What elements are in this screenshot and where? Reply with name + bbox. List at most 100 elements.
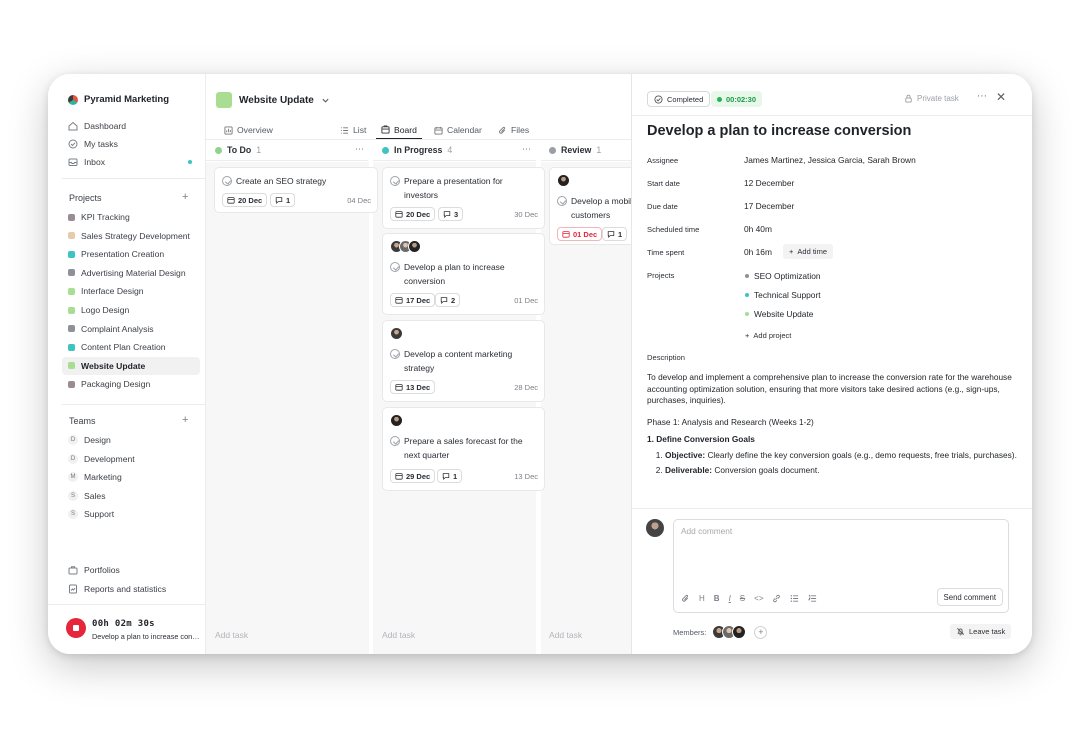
sidebar-project-item[interactable]: Advertising Material Design bbox=[62, 264, 200, 282]
comments-chip[interactable]: 1 bbox=[270, 193, 296, 207]
comments-chip[interactable]: 3 bbox=[438, 207, 464, 221]
sidebar-project-item[interactable]: KPI Tracking bbox=[62, 208, 200, 226]
leave-task-button[interactable]: Leave task bbox=[950, 624, 1012, 639]
due-date-value[interactable]: 17 December bbox=[744, 201, 794, 211]
due-date-chip[interactable]: 29 Dec bbox=[390, 469, 436, 483]
project-header[interactable]: Website Update bbox=[216, 92, 330, 108]
nav-dashboard[interactable]: Dashboard bbox=[62, 117, 200, 135]
code-icon[interactable]: <> bbox=[754, 594, 763, 603]
sidebar-team-item[interactable]: D Development bbox=[62, 450, 200, 468]
sidebar-project-item[interactable]: Logo Design bbox=[62, 301, 200, 319]
add-task-button[interactable]: Add task bbox=[215, 630, 248, 640]
task-card[interactable]: Develop a mobile app for customers 01 De… bbox=[549, 167, 632, 245]
sidebar-team-item[interactable]: D Design bbox=[62, 431, 200, 449]
task-card[interactable]: Prepare a presentation for investors 20 … bbox=[382, 167, 545, 229]
add-team-button[interactable]: + bbox=[182, 414, 188, 426]
tab-files[interactable]: Files bbox=[498, 121, 529, 139]
chevron-down-icon bbox=[321, 96, 330, 105]
check-circle-icon[interactable] bbox=[390, 349, 400, 359]
heading-icon[interactable]: H bbox=[699, 594, 705, 603]
sidebar-project-item[interactable]: Content Plan Creation bbox=[62, 338, 200, 356]
project-tag[interactable]: Technical Support bbox=[745, 290, 821, 300]
bold-icon[interactable]: B bbox=[714, 594, 720, 603]
due-date-chip[interactable]: 20 Dec bbox=[390, 207, 436, 221]
nav-inbox[interactable]: Inbox bbox=[62, 153, 200, 171]
task-title: Develop a mobile app for customers bbox=[557, 194, 632, 222]
sidebar-team-item[interactable]: M Marketing bbox=[62, 468, 200, 486]
attach-icon[interactable] bbox=[681, 594, 690, 603]
add-task-button[interactable]: Add task bbox=[382, 630, 415, 640]
tab-board[interactable]: Board bbox=[376, 121, 422, 139]
comments-chip[interactable]: 1 bbox=[602, 227, 628, 241]
add-task-button[interactable]: Add task bbox=[549, 630, 582, 640]
column-header-todo[interactable]: To Do 1 bbox=[215, 143, 261, 157]
add-project-to-task-button[interactable]: + Add project bbox=[745, 331, 791, 340]
check-circle-icon[interactable] bbox=[557, 196, 567, 206]
avatar bbox=[390, 414, 403, 427]
column-more-button[interactable]: ⋯ bbox=[355, 144, 365, 155]
sidebar-project-item[interactable]: Presentation Creation bbox=[62, 245, 200, 263]
due-date-chip[interactable]: 13 Dec bbox=[390, 380, 436, 394]
task-title-heading[interactable]: Develop a plan to increase conversion bbox=[647, 123, 911, 139]
member-avatars[interactable] bbox=[712, 625, 747, 639]
workspace-switcher[interactable]: Pyramid Marketing bbox=[68, 94, 169, 105]
overdue-date-chip[interactable]: 01 Dec bbox=[557, 227, 603, 241]
nav-portfolios[interactable]: Portfolios bbox=[62, 561, 200, 579]
task-card[interactable]: Develop a plan to increase conversion 17… bbox=[382, 233, 545, 315]
add-time-button[interactable]: + Add time bbox=[783, 244, 833, 259]
sidebar-project-item[interactable]: Website Update bbox=[62, 356, 200, 375]
sidebar-project-item[interactable]: Sales Strategy Development bbox=[62, 227, 200, 245]
sidebar-project-item[interactable]: Complaint Analysis bbox=[62, 320, 200, 338]
private-task-toggle[interactable]: Private task bbox=[904, 94, 959, 103]
check-circle-icon[interactable] bbox=[390, 176, 400, 186]
assignee-avatars[interactable] bbox=[390, 414, 403, 427]
sidebar-project-item[interactable]: Packaging Design bbox=[62, 375, 200, 393]
task-card[interactable]: Prepare a sales forecast for the next qu… bbox=[382, 407, 545, 491]
project-tag[interactable]: Website Update bbox=[745, 309, 813, 319]
sidebar-team-item[interactable]: S Sales bbox=[62, 487, 200, 505]
nav-my-tasks[interactable]: My tasks bbox=[62, 135, 200, 153]
strikethrough-icon[interactable]: S bbox=[740, 594, 745, 603]
due-date-chip[interactable]: 17 Dec bbox=[390, 293, 436, 307]
project-tag[interactable]: SEO Optimization bbox=[745, 271, 821, 281]
sidebar-project-item[interactable]: Interface Design bbox=[62, 282, 200, 300]
italic-icon[interactable]: I bbox=[729, 594, 731, 603]
task-card[interactable]: Create an SEO strategy 20 Dec 1 04 Dec bbox=[214, 167, 378, 213]
stop-timer-button[interactable] bbox=[66, 618, 86, 638]
link-icon[interactable] bbox=[772, 594, 781, 603]
scheduled-time-value[interactable]: 0h 40m bbox=[744, 224, 772, 234]
start-date-value[interactable]: 12 December bbox=[744, 178, 794, 188]
more-options-button[interactable]: ⋯ bbox=[977, 91, 988, 102]
tab-overview[interactable]: Overview bbox=[224, 121, 273, 139]
check-circle-icon[interactable] bbox=[390, 436, 400, 446]
due-date-chip[interactable]: 20 Dec bbox=[222, 193, 268, 207]
due-date-text: 20 Dec bbox=[238, 195, 263, 205]
nav-reports[interactable]: Reports and statistics bbox=[62, 580, 200, 598]
description-editor[interactable]: To develop and implement a comprehensive… bbox=[647, 372, 1019, 477]
column-header-in-progress[interactable]: In Progress 4 bbox=[382, 143, 452, 157]
tab-list[interactable]: List bbox=[340, 121, 366, 139]
comment-input[interactable]: Add comment H B I S <> Send comment bbox=[673, 519, 1009, 613]
sidebar-team-item[interactable]: S Support bbox=[62, 505, 200, 523]
assignee-avatars[interactable] bbox=[557, 174, 570, 187]
tab-calendar[interactable]: Calendar bbox=[434, 121, 482, 139]
send-comment-button[interactable]: Send comment bbox=[936, 588, 1003, 606]
check-circle-icon[interactable] bbox=[390, 262, 400, 272]
assignee-avatars[interactable] bbox=[390, 240, 421, 253]
numbered-list-icon[interactable] bbox=[808, 594, 817, 603]
close-icon[interactable]: ✕ bbox=[996, 90, 1006, 104]
completed-button[interactable]: Completed bbox=[647, 91, 711, 107]
column-more-button[interactable]: ⋯ bbox=[522, 144, 532, 155]
assignee-value[interactable]: James Martinez, Jessica Garcia, Sarah Br… bbox=[744, 155, 916, 165]
comments-chip[interactable]: 1 bbox=[437, 469, 463, 483]
column-header-review[interactable]: Review 1 bbox=[549, 143, 601, 157]
assignee-avatars[interactable] bbox=[390, 327, 403, 340]
timer-task-name[interactable]: Develop a plan to increase conversion bbox=[92, 632, 200, 641]
add-member-button[interactable]: + bbox=[754, 625, 768, 639]
time-tracker-badge[interactable]: 00:02:30 bbox=[711, 91, 763, 107]
check-circle-icon[interactable] bbox=[222, 176, 232, 186]
add-project-button[interactable]: + bbox=[182, 191, 188, 203]
bullet-list-icon[interactable] bbox=[790, 594, 799, 603]
comments-chip[interactable]: 2 bbox=[435, 293, 461, 307]
task-card[interactable]: Develop a content marketing strategy 13 … bbox=[382, 320, 545, 402]
